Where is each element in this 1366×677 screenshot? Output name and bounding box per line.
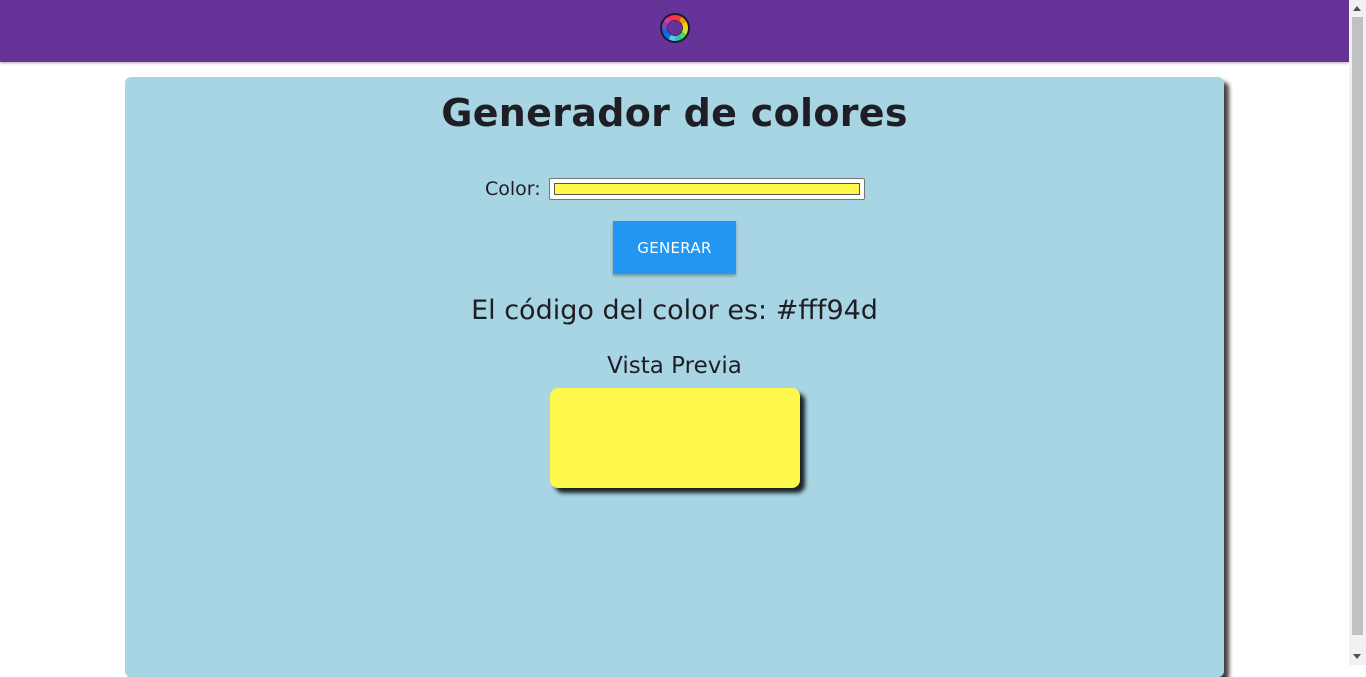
vertical-scrollbar[interactable] (1349, 0, 1366, 665)
color-code-text: El código del color es: #fff94d (471, 295, 878, 326)
color-wheel-icon[interactable] (659, 12, 691, 44)
scroll-thumb[interactable] (1352, 17, 1363, 635)
preview-label: Vista Previa (607, 353, 742, 379)
scroll-up-arrow-icon[interactable] (1353, 6, 1361, 11)
top-navbar (0, 0, 1349, 62)
color-picker-swatch (553, 183, 860, 195)
color-picker-input[interactable] (548, 178, 865, 200)
color-label: Color: (485, 178, 541, 200)
generate-button[interactable]: GENERAR (613, 221, 736, 274)
color-field-row: Color: (485, 176, 865, 202)
scroll-down-arrow-icon[interactable] (1353, 654, 1361, 659)
color-preview-box (550, 388, 800, 488)
page-title: Generador de colores (441, 91, 908, 135)
generator-card: Generador de colores Color: GENERAR El c… (125, 77, 1224, 677)
